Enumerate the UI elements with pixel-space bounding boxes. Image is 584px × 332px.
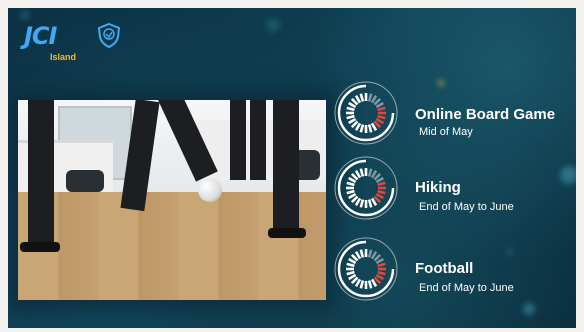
- event-item: Online Board Game Mid of May: [333, 80, 573, 148]
- dial-tick: [370, 170, 378, 179]
- dial-tick: [348, 117, 357, 125]
- dial-tick: [377, 270, 386, 276]
- dial-tick: [354, 278, 362, 287]
- photo-person: [250, 100, 266, 180]
- dial-tick: [348, 273, 357, 281]
- dial-outer-ring: [334, 237, 398, 301]
- dial-tick: [367, 93, 373, 102]
- dial-tick: [375, 257, 384, 265]
- event-item: Hiking End of May to June: [333, 155, 573, 223]
- dial-tick: [370, 251, 378, 260]
- photo-person: [273, 100, 299, 232]
- dial-tick: [370, 197, 378, 206]
- dial-tick: [359, 199, 365, 208]
- dial-tick: [350, 195, 359, 204]
- dial-tick: [373, 276, 382, 285]
- event-title: Football: [415, 260, 474, 277]
- logo-text: JCI: [24, 22, 57, 50]
- dial-tick: [359, 93, 365, 102]
- dial-tick: [367, 168, 373, 177]
- dial-tick: [359, 280, 365, 289]
- dial-tick: [348, 257, 357, 265]
- screen: JCI Island Online Board Game Mid of May …: [0, 0, 584, 332]
- photo-ball: [198, 178, 222, 202]
- dial-tick: [348, 192, 357, 200]
- bokeh-decoration: [20, 10, 30, 20]
- dial-tick: [375, 101, 384, 109]
- dial-tick: [350, 120, 359, 129]
- dial-tick: [354, 170, 362, 179]
- dial-tick: [377, 189, 386, 195]
- dial-tick: [354, 122, 362, 131]
- bokeh-decoration: [266, 18, 280, 32]
- dial-outer-ring: [334, 156, 398, 220]
- dial-tick: [377, 106, 386, 112]
- dial-tick: [359, 124, 365, 133]
- progress-dial-icon: [334, 156, 398, 220]
- dial-tick: [346, 181, 355, 187]
- dial-tick: [350, 276, 359, 285]
- dial-tick: [354, 197, 362, 206]
- dial-tick: [346, 189, 355, 195]
- progress-dial-icon: [334, 81, 398, 145]
- event-title: Hiking: [415, 179, 461, 196]
- dial-outer-ring: [334, 81, 398, 145]
- jci-shield-icon: [97, 22, 121, 48]
- dial-tick: [377, 181, 386, 187]
- dial-tick: [377, 262, 386, 268]
- dial-tick: [370, 95, 378, 104]
- dial-tick: [373, 172, 382, 181]
- dial-tick: [367, 280, 373, 289]
- dial-tick: [375, 176, 384, 184]
- presentation-slide: JCI Island Online Board Game Mid of May …: [8, 8, 576, 328]
- dial-tick: [375, 192, 384, 200]
- dial-tick: [373, 97, 382, 106]
- dial-tick: [373, 195, 382, 204]
- dial-tick: [373, 253, 382, 262]
- dial-tick: [373, 120, 382, 129]
- dial-tick: [375, 117, 384, 125]
- event-date: End of May to June: [419, 201, 514, 213]
- dial-tick: [348, 101, 357, 109]
- logo-subtitle: Island: [50, 52, 77, 62]
- dial-tick: [370, 278, 378, 287]
- photo-chair: [66, 170, 104, 192]
- dial-tick: [346, 106, 355, 112]
- progress-dial-icon: [334, 237, 398, 301]
- dial-tick: [367, 249, 373, 258]
- event-item: Football End of May to June: [333, 236, 573, 304]
- photo-person: [230, 100, 246, 180]
- event-date: End of May to June: [419, 282, 514, 294]
- dial-tick: [370, 122, 378, 131]
- photo-person: [28, 100, 54, 250]
- dial-tick: [367, 124, 373, 133]
- jci-logo: JCI Island: [24, 22, 134, 70]
- event-date: Mid of May: [419, 126, 473, 138]
- dial-tick: [377, 114, 386, 120]
- dial-tick: [375, 273, 384, 281]
- dial-tick: [346, 114, 355, 120]
- dial-tick: [359, 249, 365, 258]
- dial-tick: [350, 97, 359, 106]
- dial-tick: [359, 168, 365, 177]
- dial-tick: [346, 262, 355, 268]
- dial-tick: [350, 172, 359, 181]
- dial-tick: [354, 95, 362, 104]
- dial-tick: [348, 176, 357, 184]
- bokeh-decoration: [523, 303, 535, 315]
- dial-tick: [350, 253, 359, 262]
- dial-tick: [367, 199, 373, 208]
- photo-person: [20, 242, 60, 252]
- event-title: Online Board Game: [415, 106, 556, 123]
- football-office-photo: [18, 100, 326, 300]
- dial-tick: [346, 270, 355, 276]
- photo-person: [268, 228, 306, 238]
- dial-tick: [354, 251, 362, 260]
